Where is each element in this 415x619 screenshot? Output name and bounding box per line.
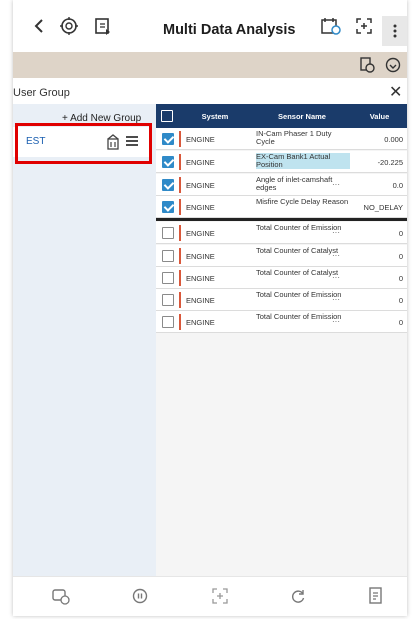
row-checkbox[interactable] [162, 294, 174, 306]
value-cell: 0 [398, 252, 403, 261]
selection-highlight-box [15, 123, 152, 164]
value-cell: NO_DELAY [363, 203, 403, 212]
system-cell: ENGINE [186, 252, 215, 261]
vci-icon[interactable] [57, 14, 81, 38]
system-marker [179, 199, 181, 215]
row-checkbox[interactable] [162, 179, 174, 191]
refresh-icon[interactable] [287, 585, 309, 607]
record-icon[interactable] [357, 55, 377, 75]
system-marker [179, 314, 181, 330]
group-panel [13, 104, 156, 576]
action-toolbar [13, 52, 407, 78]
row-checkbox[interactable] [162, 316, 174, 328]
value-cell: 0 [398, 296, 403, 305]
fullscreen-icon[interactable] [209, 585, 231, 607]
system-marker [179, 177, 181, 193]
row-checkbox[interactable] [162, 201, 174, 213]
system-cell: ENGINE [186, 318, 215, 327]
value-cell: 0 [398, 274, 403, 283]
table-row[interactable]: ENGINE Angle of inlet-camshaft edges ··· 0.… [156, 174, 407, 196]
row-checkbox[interactable] [162, 156, 174, 168]
more-icon[interactable]: ··· [332, 180, 340, 189]
export-icon[interactable] [91, 14, 115, 38]
table-header: System Sensor Name Value [156, 104, 407, 128]
value-cell: 0 [398, 229, 403, 238]
system-marker [179, 131, 181, 147]
column-system[interactable]: System [180, 104, 250, 128]
more-icon[interactable]: ··· [332, 251, 340, 260]
column-sensor-name[interactable]: Sensor Name [254, 104, 350, 128]
value-cell: -20.225 [377, 158, 403, 167]
pause-icon[interactable] [129, 585, 151, 607]
value-cell: 0.000 [384, 135, 403, 144]
value-cell: 0 [398, 318, 403, 327]
section-divider [156, 218, 407, 221]
app-frame: Multi Data Analysis User Group ✕ + Add N… [13, 0, 407, 616]
settings-circle-icon[interactable] [383, 55, 403, 75]
more-icon[interactable]: ··· [332, 317, 340, 326]
system-marker [179, 248, 181, 264]
sensor-name-cell: EX-Cam Bank1 Actual Position [256, 153, 350, 169]
row-checkbox[interactable] [162, 133, 174, 145]
sensor-name-cell: Misfire Cycle Delay Reason [256, 197, 349, 206]
table-row[interactable]: ENGINE Total Counter of Catalyst ··· 0 [156, 245, 407, 267]
more-vertical-icon[interactable] [382, 16, 407, 46]
table-row[interactable]: ENGINE Total Counter of Emission ··· 0 [156, 222, 407, 244]
more-icon[interactable]: ··· [332, 273, 340, 282]
page-title: Multi Data Analysis [163, 22, 296, 38]
row-checkbox[interactable] [162, 272, 174, 284]
bottom-bar [13, 576, 407, 616]
system-marker [179, 154, 181, 170]
vehicle-icon[interactable] [49, 585, 71, 607]
column-value[interactable]: Value [352, 104, 407, 128]
system-cell: ENGINE [186, 181, 215, 190]
top-header: Multi Data Analysis [13, 0, 407, 52]
table-row[interactable]: ENGINE Total Counter of Catalyst ··· 0 [156, 267, 407, 289]
table-row[interactable]: ENGINE Total Counter of Emission ··· 0 [156, 311, 407, 333]
value-cell: 0.0 [392, 181, 403, 190]
table-row[interactable]: ENGINE EX-Cam Bank1 Actual Position -20.22… [156, 151, 407, 173]
expand-icon[interactable] [352, 14, 376, 38]
more-icon[interactable]: ··· [332, 295, 340, 304]
system-cell: ENGINE [186, 203, 215, 212]
table-row[interactable]: ENGINE Total Counter of Emission ··· 0 [156, 289, 407, 311]
system-marker [179, 292, 181, 308]
user-group-label: User Group [13, 87, 70, 99]
system-marker [179, 270, 181, 286]
system-cell: ENGINE [186, 158, 215, 167]
system-cell: ENGINE [186, 296, 215, 305]
system-cell: ENGINE [186, 135, 215, 144]
sensor-name-cell: IN-Cam Phaser 1 Duty Cycle [256, 129, 332, 146]
more-icon[interactable]: ··· [332, 228, 340, 237]
calendar-icon[interactable] [319, 14, 343, 38]
system-marker [179, 225, 181, 241]
table-row[interactable]: ENGINE IN-Cam Phaser 1 Duty Cycle 0.000 [156, 128, 407, 150]
system-cell: ENGINE [186, 229, 215, 238]
system-cell: ENGINE [186, 274, 215, 283]
row-checkbox[interactable] [162, 227, 174, 239]
back-icon[interactable] [27, 14, 51, 38]
row-checkbox[interactable] [162, 250, 174, 262]
report-icon[interactable] [365, 585, 387, 607]
table-row[interactable]: ENGINE Misfire Cycle Delay Reason NO_DELAY [156, 196, 407, 218]
close-icon[interactable]: ✕ [389, 82, 402, 102]
select-all-checkbox[interactable] [160, 104, 174, 128]
